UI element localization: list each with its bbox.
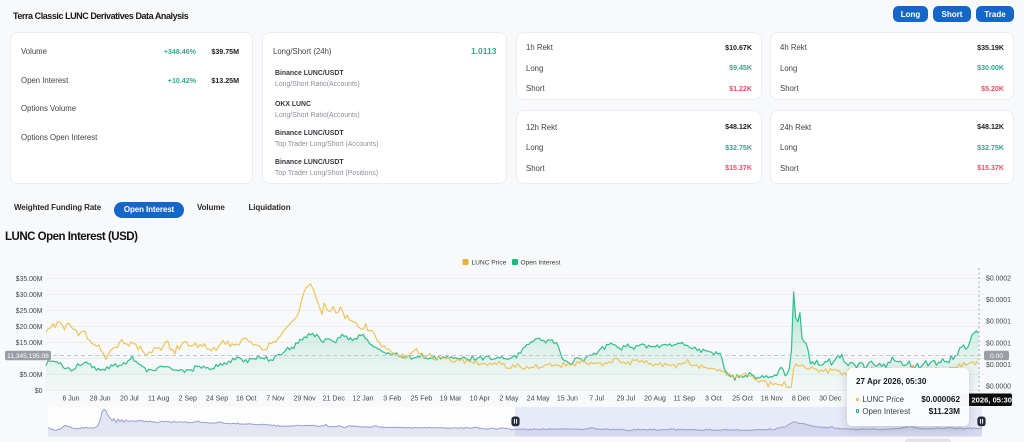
svg-text:$0.0001: $0.0001 [986,297,1011,304]
svg-text:$25.00M: $25.00M [16,308,43,315]
svg-text:20 Aug: 20 Aug [644,396,666,403]
svg-text:7 Nov: 7 Nov [266,396,285,403]
svg-text:$0.0001: $0.0001 [986,362,1011,369]
svg-text:8 Dec: 8 Dec [792,396,811,403]
svg-text:30 Dec: 30 Dec [819,396,842,403]
svg-text:$30.00M: $30.00M [16,292,43,299]
svg-text:24 Sep: 24 Sep [206,396,228,403]
svg-text:$0: $0 [35,388,43,395]
svg-text:11,345,195.08: 11,345,195.08 [7,353,49,360]
svg-text:6 Jun: 6 Jun [62,396,79,403]
svg-text:29 Jul: 29 Jul [616,396,635,403]
svg-text:$20.00M: $20.00M [16,324,43,331]
svg-text:$0.0000: $0.0000 [986,384,1011,391]
svg-text:15 Jun: 15 Jun [557,396,578,403]
svg-text:19 Mar: 19 Mar [440,396,462,403]
svg-text:2 Sep: 2 Sep [179,396,197,403]
svg-text:$0.0001: $0.0001 [986,319,1011,326]
svg-text:11 Aug: 11 Aug [148,396,169,403]
svg-text:0.00: 0.00 [990,353,1003,360]
svg-text:16 Oct: 16 Oct [236,396,257,403]
svg-text:28 Jun: 28 Jun [90,396,111,403]
svg-text:$0.0001: $0.0001 [986,340,1011,347]
svg-text:Open Interest: Open Interest [521,260,561,267]
svg-text:20 Jul: 20 Jul [120,396,139,403]
svg-text:2 May: 2 May [499,396,519,403]
svg-text:LUNC Price: LUNC Price [472,260,507,267]
svg-text:16 Nov: 16 Nov [761,396,784,403]
svg-text:3 Oct: 3 Oct [705,396,722,403]
svg-text:21 Dec: 21 Dec [323,396,346,403]
svg-text:24 May: 24 May [527,396,550,403]
svg-text:29 Nov: 29 Nov [294,396,317,403]
svg-text:7 Jul: 7 Jul [589,396,604,403]
svg-text:12 Jan: 12 Jan [352,396,373,403]
svg-text:10 Apr: 10 Apr [470,396,491,403]
svg-text:$5.00M: $5.00M [20,372,43,379]
svg-text:25 Feb: 25 Feb [411,396,433,403]
svg-text:3 Feb: 3 Feb [383,396,401,403]
svg-text:11 Sep: 11 Sep [673,396,695,403]
svg-text:$0.0002: $0.0002 [986,275,1011,282]
svg-text:$35.00M: $35.00M [16,276,43,283]
svg-text:25 Oct: 25 Oct [732,396,753,403]
svg-text:$15.00M: $15.00M [16,340,43,347]
